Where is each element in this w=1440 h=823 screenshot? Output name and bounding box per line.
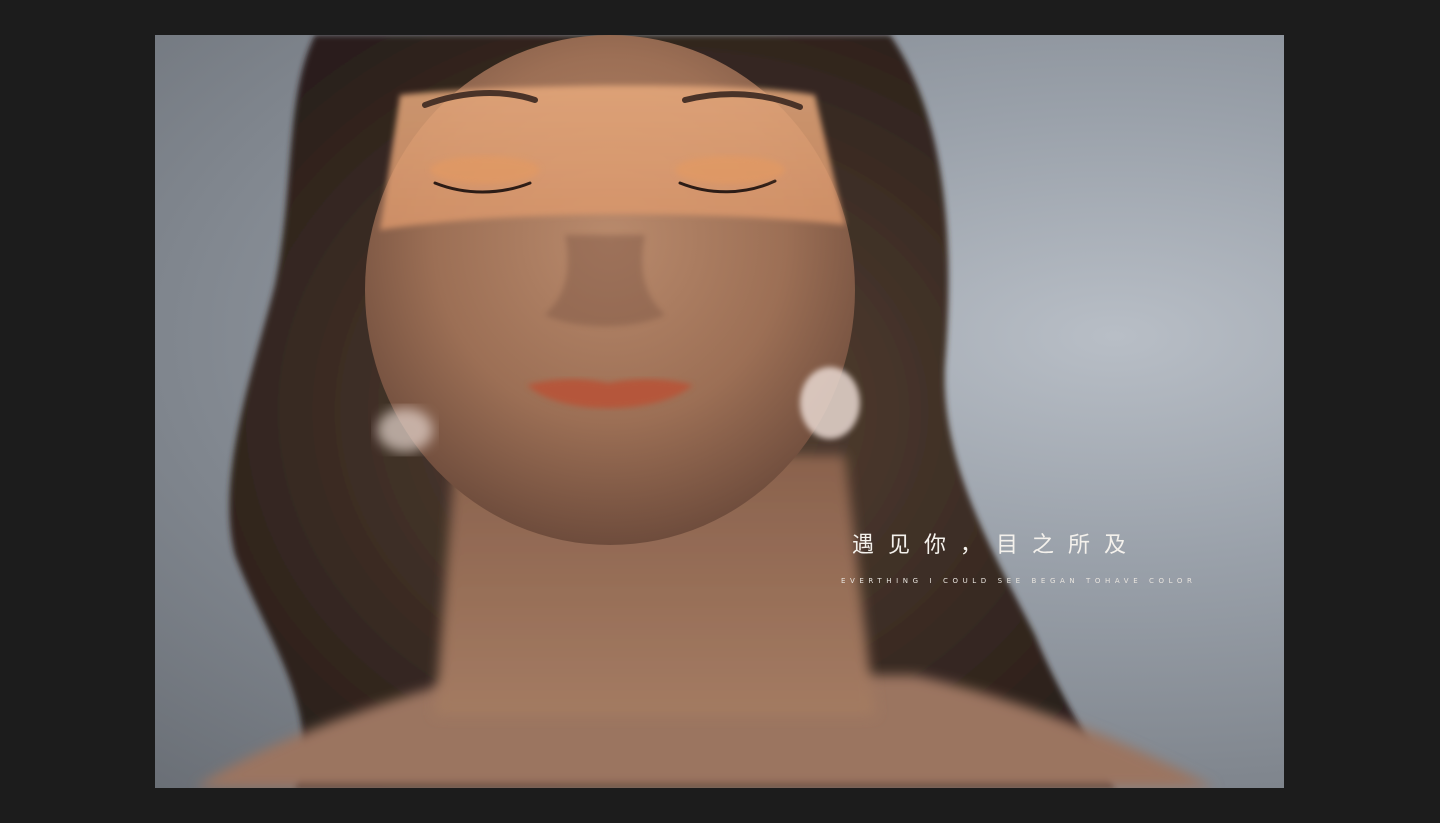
left-eyeshadow	[430, 156, 540, 184]
right-earring	[800, 367, 860, 439]
caption-english: EVERTHING I COULD SEE BEGAN TOHAVE COLOR	[841, 577, 1197, 585]
left-earring	[377, 408, 433, 452]
caption-chinese: 遇见你，目之所及	[852, 533, 1141, 558]
right-eyeshadow	[675, 156, 785, 184]
page-frame: 遇见你，目之所及 EVERTHING I COULD SEE BEGAN TOH…	[0, 0, 1440, 823]
portrait-photo: 遇见你，目之所及 EVERTHING I COULD SEE BEGAN TOH…	[155, 35, 1284, 788]
light-band	[380, 85, 845, 230]
portrait-illustration	[195, 35, 1215, 788]
